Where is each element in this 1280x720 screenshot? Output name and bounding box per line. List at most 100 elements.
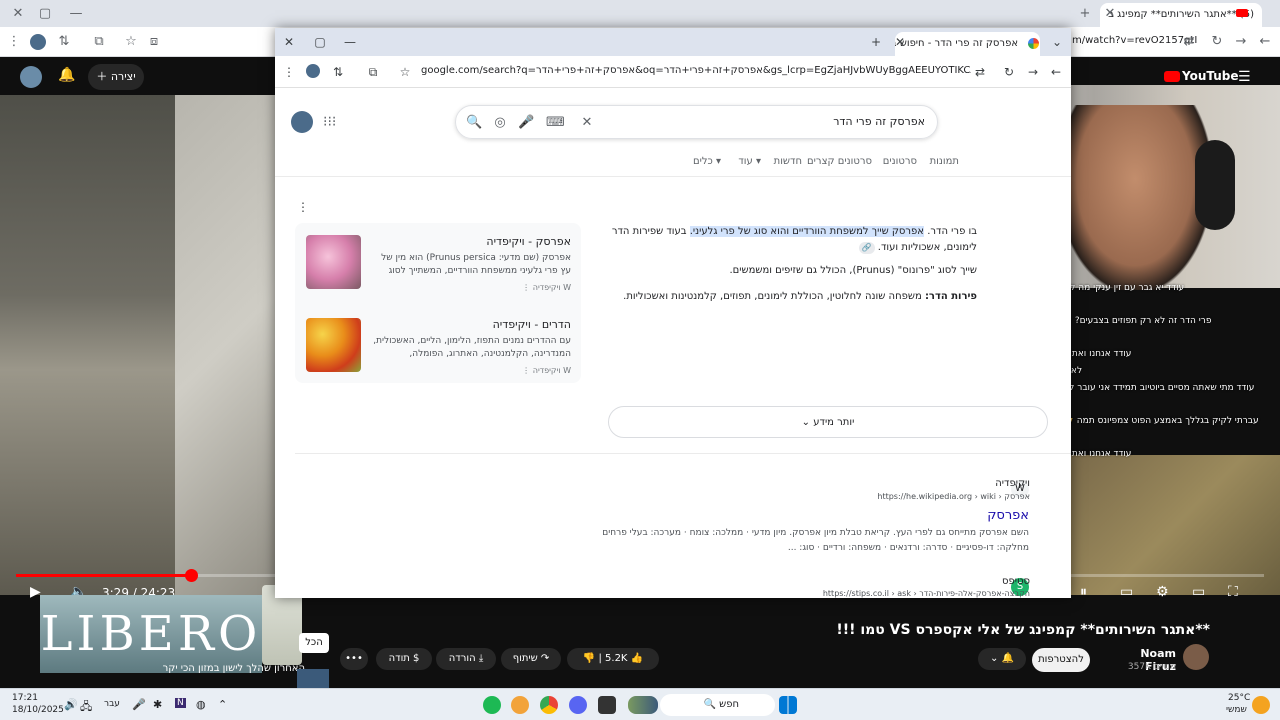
tab-more[interactable]: עוד ▾ <box>738 156 761 167</box>
google-url[interactable]: google.com/search?q=אפרסק+זה+פרי+הדר&oq=… <box>421 65 971 76</box>
profile-icon[interactable] <box>30 34 46 50</box>
extensions-icon[interactable]: ⧉ <box>90 33 108 51</box>
tab-search-icon[interactable]: ⇄ <box>1180 33 1198 51</box>
clock-time[interactable]: 17:21 <box>12 693 38 703</box>
widgets-icon[interactable] <box>628 696 658 714</box>
filter-chip-all[interactable]: הכל <box>299 633 329 653</box>
speaker-icon[interactable]: 🔊 <box>64 698 78 711</box>
source-card-citrus[interactable]: הדרים - ויקיפדיה עם ההדרים נמנים התפוז, … <box>295 314 581 386</box>
tab-tools[interactable]: כלים ▾ <box>693 156 721 167</box>
language-indicator[interactable]: עבר <box>104 699 120 709</box>
mic-icon[interactable]: 🎤 <box>132 698 146 711</box>
search-query[interactable]: אפרסק זה פרי הדר <box>833 115 925 128</box>
network-icon[interactable]: 🖧 <box>80 698 92 717</box>
back-icon[interactable]: ← <box>1048 64 1064 80</box>
back-icon[interactable]: ← <box>1256 33 1274 51</box>
lens-icon[interactable]: ◎ <box>492 115 508 131</box>
autoplay-toggle-icon[interactable]: ⏸ <box>1080 584 1087 600</box>
result-url[interactable]: https://he.wikipedia.org › wiki › אפרסק <box>877 492 1030 501</box>
tab-close-icon[interactable]: ✕ <box>1100 4 1120 24</box>
chevron-up-icon[interactable]: ⌃ <box>218 698 227 711</box>
search-icon[interactable]: 🔍 <box>466 115 482 131</box>
video-frame-left[interactable] <box>0 95 175 595</box>
menu-icon[interactable]: ☰ <box>1238 69 1251 85</box>
recommended-thumbnail[interactable] <box>297 669 329 689</box>
bluetooth-icon[interactable]: ✱ <box>153 698 162 711</box>
keyboard-icon[interactable]: ⌨ <box>546 115 565 131</box>
windows-start-icon[interactable] <box>779 696 797 714</box>
tab-close-icon[interactable]: ✕ <box>892 34 908 50</box>
subtitles-icon[interactable]: ▭ <box>1120 584 1133 600</box>
app-icon[interactable] <box>511 696 529 714</box>
more-vert-icon[interactable]: ⋮ <box>295 199 311 215</box>
discord-icon[interactable] <box>569 696 587 714</box>
source-card-peach[interactable]: אפרסק - ויקיפדיה אפרסק (שם מדעי: Prunus … <box>295 231 581 303</box>
share-button[interactable]: שיתוף ↷ <box>501 648 561 670</box>
tab-shorts[interactable]: סרטונים קצרים <box>807 156 872 167</box>
install-icon[interactable]: ⧈ <box>145 33 163 51</box>
settings-gear-icon[interactable]: ⚙ <box>1156 584 1169 600</box>
result-title[interactable]: אפרסק <box>987 508 1029 523</box>
spotify-icon[interactable] <box>483 696 501 714</box>
menu-dots-icon[interactable]: ⋮ <box>5 33 23 51</box>
new-tab-icon[interactable]: + <box>1075 4 1095 24</box>
notify-button[interactable]: ⌄ 🔔 <box>978 648 1026 670</box>
chrome-icon[interactable] <box>540 696 558 714</box>
result-url[interactable]: https://stips.co.il › ask › הקבצה-אפרסק-… <box>823 589 1030 598</box>
apps-grid-icon[interactable]: ⁝⁝⁝ <box>323 114 336 130</box>
tab-search-icon[interactable]: ⇄ <box>972 64 988 80</box>
show-more-button[interactable]: ⌄ יותר מידע <box>608 406 1048 438</box>
forward-icon[interactable]: → <box>1232 33 1250 51</box>
card-title[interactable]: הדרים - ויקיפדיה <box>493 318 571 331</box>
scrubber-handle[interactable] <box>184 569 198 582</box>
star-icon[interactable]: ☆ <box>122 33 140 51</box>
weather-sun-icon[interactable] <box>1252 696 1270 714</box>
recommended-title[interactable]: האחרון שהלך לישון במזון הכי יקר <box>80 663 305 674</box>
clear-icon[interactable]: ✕ <box>579 115 595 131</box>
minimize-icon[interactable]: — <box>342 34 358 50</box>
avatar[interactable] <box>20 66 42 88</box>
weather-temp[interactable]: 25°C <box>1228 693 1250 703</box>
taskbar-search[interactable]: חפש 🔍 <box>660 694 775 716</box>
fullscreen-icon[interactable]: ⛶ <box>1228 584 1238 600</box>
menu-dots-icon[interactable]: ⋮ <box>281 64 297 80</box>
like-dislike-button[interactable]: 👎 | 5.2K 👍 <box>567 648 659 670</box>
tab-news[interactable]: חדשות <box>774 156 802 167</box>
reload-icon[interactable]: ↻ <box>1001 64 1017 80</box>
tab-list-icon[interactable]: ⌄ <box>1049 34 1065 50</box>
card-title[interactable]: אפרסק - ויקיפדיה <box>486 235 571 248</box>
theater-icon[interactable]: ▭ <box>1192 584 1205 600</box>
file-explorer-icon[interactable] <box>598 696 616 714</box>
new-tab-icon[interactable]: + <box>868 34 884 50</box>
bell-icon[interactable]: 🔔 <box>58 67 75 83</box>
close-icon[interactable]: ✕ <box>281 34 297 50</box>
tab-google-search[interactable]: אפרסק זה פרי הדר - חיפוש ב- <box>895 32 1040 56</box>
tray-app-icon[interactable]: ◍ <box>196 698 206 711</box>
onenote-icon[interactable]: N <box>175 698 186 708</box>
tab-videos[interactable]: סרטונים <box>883 156 917 167</box>
star-icon[interactable]: ☆ <box>397 64 413 80</box>
channel-avatar[interactable] <box>1183 644 1209 670</box>
back-url[interactable]: m/watch?v=revO2157qtI <box>1072 35 1197 46</box>
close-icon[interactable]: ✕ <box>8 4 28 24</box>
clock-date[interactable]: 18/10/2025 <box>12 705 64 715</box>
profile-icon[interactable] <box>306 64 320 78</box>
maximize-icon[interactable]: ▢ <box>312 34 328 50</box>
mic-icon[interactable]: 🎤 <box>518 115 534 131</box>
minimize-icon[interactable]: — <box>66 4 86 24</box>
forward-icon[interactable]: → <box>1025 64 1041 80</box>
reload-icon[interactable]: ↻ <box>1208 33 1226 51</box>
maximize-icon[interactable]: ▢ <box>35 4 55 24</box>
weather-desc[interactable]: שמשי <box>1226 705 1247 715</box>
video-frame[interactable] <box>175 95 275 595</box>
link-icon[interactable]: 🔗 <box>858 242 875 254</box>
create-button[interactable]: ＋ יצירה <box>88 64 144 90</box>
subscribe-button[interactable]: להצטרפות <box>1032 648 1090 672</box>
download-button[interactable]: הורדה ⤓ <box>436 648 496 670</box>
youtube-logo[interactable]: YouTube <box>1164 69 1239 83</box>
search-input[interactable]: 🔍 ◎ 🎤 ⌨ ✕ אפרסק זה פרי הדר <box>455 105 938 139</box>
libero-ad-logo[interactable]: LIBERO <box>40 595 262 673</box>
avatar[interactable] <box>291 111 313 133</box>
bookmarks-icon[interactable]: ⇅ <box>55 33 73 51</box>
tab-images[interactable]: תמונות <box>930 156 959 167</box>
